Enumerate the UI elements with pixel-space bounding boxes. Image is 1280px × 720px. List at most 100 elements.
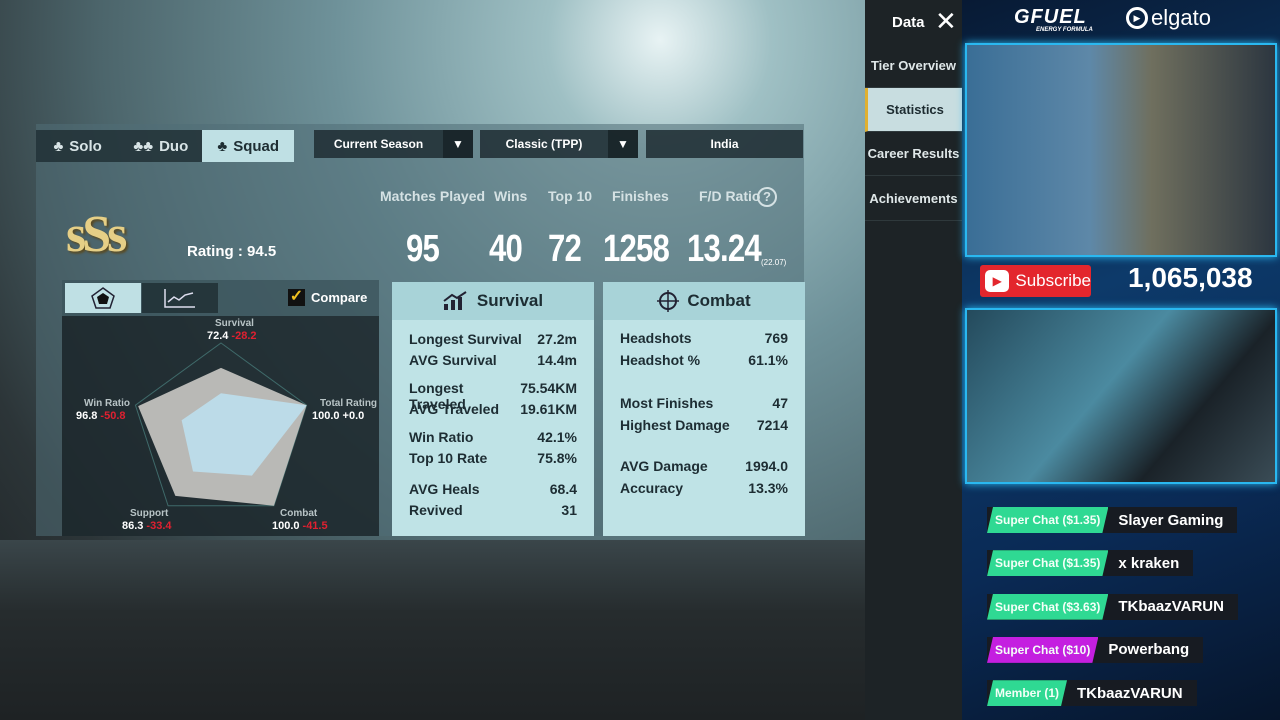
- tab-squad[interactable]: ♣ Squad: [202, 130, 294, 162]
- crosshair-icon: [657, 290, 680, 312]
- combat-title: Combat: [687, 291, 751, 310]
- survival-card: Survival Longest Survival 27.2m AVG Surviv…: [392, 282, 594, 536]
- alert-username: TKbaazVARUN: [1118, 598, 1224, 616]
- stat-label: Highest Damage: [620, 417, 730, 433]
- stat-value: 31: [561, 502, 577, 518]
- radar-axis-label: Combat: [280, 508, 318, 519]
- rating: Rating : 94.5: [187, 243, 277, 260]
- terrain: [0, 540, 865, 720]
- stat-value: 47: [772, 395, 788, 411]
- stat-value: 19.61KM: [520, 401, 577, 417]
- radar-axis-label: Win Ratio: [84, 398, 131, 409]
- stat-label: AVG Heals: [409, 481, 480, 497]
- alert-username: Powerbang: [1108, 641, 1190, 659]
- checkmark-icon: ✓: [288, 288, 305, 306]
- stat-row: Longest Survival 27.2m: [409, 331, 577, 347]
- stat-row: Headshot % 61.1%: [620, 352, 788, 368]
- elgato-icon: ▶: [1126, 7, 1148, 29]
- radar-axis-label: Support: [130, 508, 169, 519]
- youtube-icon: ▶: [985, 270, 1010, 292]
- stat-value: 13.3%: [748, 480, 788, 496]
- stat-value: 75.8%: [537, 450, 577, 466]
- value-fd-ratio: 13.24: [687, 228, 762, 270]
- stat-value: 42.1%: [537, 429, 577, 445]
- stat-row: Top 10 Rate 75.8%: [409, 450, 577, 466]
- radar-axis-value: 86.3 -33.4: [122, 520, 172, 532]
- mode-dropdown[interactable]: Classic (TPP) ▼: [480, 130, 638, 158]
- alert-badge: Member (1): [987, 680, 1067, 706]
- stat-row: AVG Traveled 19.61KM: [409, 401, 577, 417]
- data-sidebar: Data ✕ Tier Overview Statistics Career R…: [865, 0, 962, 720]
- stat-row: AVG Damage 1994.0: [620, 458, 788, 474]
- stat-label: Most Finishes: [620, 395, 714, 411]
- trend-tab[interactable]: [142, 283, 218, 313]
- season-value: Current Season: [333, 137, 424, 151]
- radar-value: 100.0: [312, 410, 340, 422]
- radar-value: 72.4: [207, 330, 229, 342]
- radar-delta: -33.4: [146, 520, 172, 532]
- combat-header: Combat: [603, 282, 805, 320]
- sidebar-item-career-results[interactable]: Career Results: [865, 132, 962, 176]
- tab-solo[interactable]: ♣ Solo: [36, 130, 119, 162]
- subscribe-label: Subscribe: [1015, 271, 1091, 290]
- tablet-cam-feed: [965, 308, 1277, 484]
- radar-tab[interactable]: [65, 283, 141, 313]
- compare-checkbox[interactable]: ✓ Compare: [288, 289, 367, 306]
- stat-row: Accuracy 13.3%: [620, 480, 788, 496]
- stat-label: Longest Survival: [409, 331, 522, 347]
- tab-label: Duo: [159, 137, 189, 155]
- close-icon[interactable]: ✕: [935, 8, 957, 34]
- stat-row: Highest Damage 7214: [620, 417, 788, 433]
- value-finishes: 1258: [603, 228, 670, 270]
- stat-value: 14.4m: [537, 352, 577, 368]
- radar-value: 96.8: [76, 410, 98, 422]
- stat-row: AVG Survival 14.4m: [409, 352, 577, 368]
- chevron-down-icon: ▼: [443, 130, 473, 158]
- alert-badge: Super Chat ($1.35): [987, 507, 1108, 533]
- chat-alert: Super Chat ($3.63) TKbaazVARUN: [987, 593, 1238, 620]
- rating-value: 94.5: [247, 243, 277, 260]
- stat-label: AVG Survival: [409, 352, 497, 368]
- chat-alert: Super Chat ($1.35) Slayer Gaming: [987, 507, 1238, 533]
- sidebar-item-label: Statistics: [886, 102, 944, 117]
- radar-svg: [134, 342, 308, 507]
- mode-value: Classic (TPP): [505, 137, 583, 151]
- value-wins: 40: [489, 228, 523, 270]
- stat-row: Revived 31: [409, 502, 577, 518]
- mode-tabs: ♣ Solo ♣♣ Duo ♣ Squad: [36, 130, 294, 162]
- stat-row: Most Finishes 47: [620, 395, 788, 411]
- solo-icon: ♣: [53, 137, 64, 155]
- radar-axis-value: 72.4 -28.2: [207, 330, 257, 342]
- alert-badge: Super Chat ($10): [987, 637, 1098, 663]
- radar-axis-label: Total Rating: [320, 398, 378, 409]
- stat-label: Win Ratio: [409, 429, 474, 445]
- survival-title: Survival: [476, 291, 544, 310]
- line-chart-icon: [164, 289, 195, 308]
- chevron-down-icon: ▼: [608, 130, 638, 158]
- help-icon[interactable]: ?: [757, 187, 777, 207]
- season-dropdown[interactable]: Current Season ▼: [314, 130, 473, 158]
- tier-logo: sSs: [66, 206, 127, 263]
- header-wins: Wins: [494, 188, 528, 204]
- stat-label: AVG Traveled: [409, 401, 500, 417]
- sidebar-item-tier-overview[interactable]: Tier Overview: [865, 44, 962, 88]
- pentagon-icon: [91, 287, 115, 309]
- subscribe-button[interactable]: ▶ Subscribe: [980, 265, 1091, 297]
- header-fd-ratio: F/D Ratio: [699, 188, 761, 204]
- stat-value: 27.2m: [537, 331, 577, 347]
- bar-chart-icon: [443, 291, 467, 310]
- stat-value: 1994.0: [745, 458, 788, 474]
- tab-duo[interactable]: ♣♣ Duo: [119, 130, 202, 162]
- radar-delta: -41.5: [302, 520, 328, 532]
- stat-row: AVG Heals 68.4: [409, 481, 577, 497]
- header-matches: Matches Played: [380, 188, 486, 204]
- chat-alert: Super Chat ($10) Powerbang: [987, 636, 1204, 663]
- chart-toolbar: ✓ Compare: [62, 280, 379, 316]
- subscriber-count: 1,065,038: [1128, 262, 1253, 293]
- stat-value: 769: [764, 330, 788, 346]
- sidebar-item-achievements[interactable]: Achievements: [865, 177, 962, 221]
- region-selector[interactable]: India: [646, 130, 803, 158]
- stat-value: 7214: [756, 417, 788, 433]
- radar-chart: Survival 72.4 -28.2 Total Rating 100.0 +0.0 Co…: [62, 316, 379, 536]
- sidebar-item-statistics[interactable]: Statistics: [865, 88, 962, 132]
